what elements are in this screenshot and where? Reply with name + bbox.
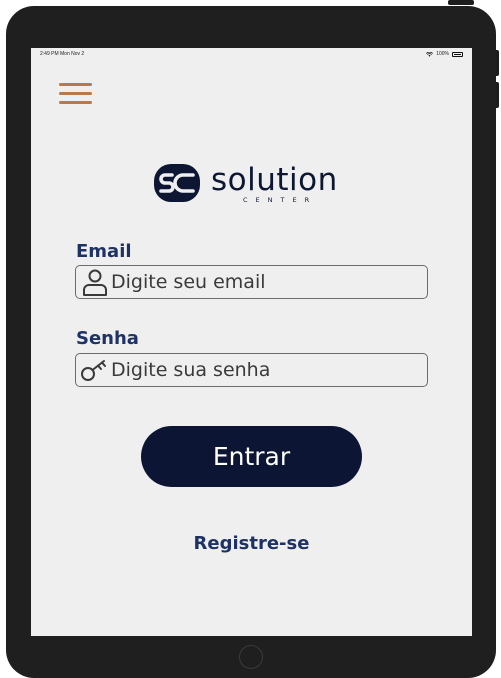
email-label: Email (76, 241, 132, 262)
logo-wordmark: solution (211, 162, 338, 198)
device-home-button[interactable] (239, 645, 263, 669)
password-label: Senha (76, 328, 139, 349)
status-time: 2:49 PM Mon Nov 2 (40, 51, 85, 57)
login-button[interactable]: Entrar (141, 426, 362, 487)
app-screen: 2:49 PM Mon Nov 2 100% solution CENTER E… (31, 48, 472, 636)
status-indicators: 100% (426, 51, 463, 57)
battery-icon (452, 51, 463, 57)
password-input[interactable] (111, 355, 427, 385)
brand-logo: solution CENTER (153, 160, 353, 208)
battery-percent: 100% (436, 51, 449, 57)
menu-line (59, 83, 92, 86)
logo-subtitle: CENTER (243, 196, 318, 204)
device-top-button (448, 0, 474, 5)
email-field-container (75, 265, 428, 299)
menu-line (59, 92, 92, 95)
solution-center-logo-mark (154, 164, 200, 202)
wifi-icon (426, 51, 434, 57)
email-input[interactable] (111, 267, 427, 297)
menu-line (59, 101, 92, 104)
register-link[interactable]: Registre-se (31, 533, 472, 554)
user-icon (79, 267, 111, 297)
key-icon (79, 355, 111, 385)
hamburger-menu-icon[interactable] (57, 81, 93, 107)
password-field-container (75, 353, 428, 387)
